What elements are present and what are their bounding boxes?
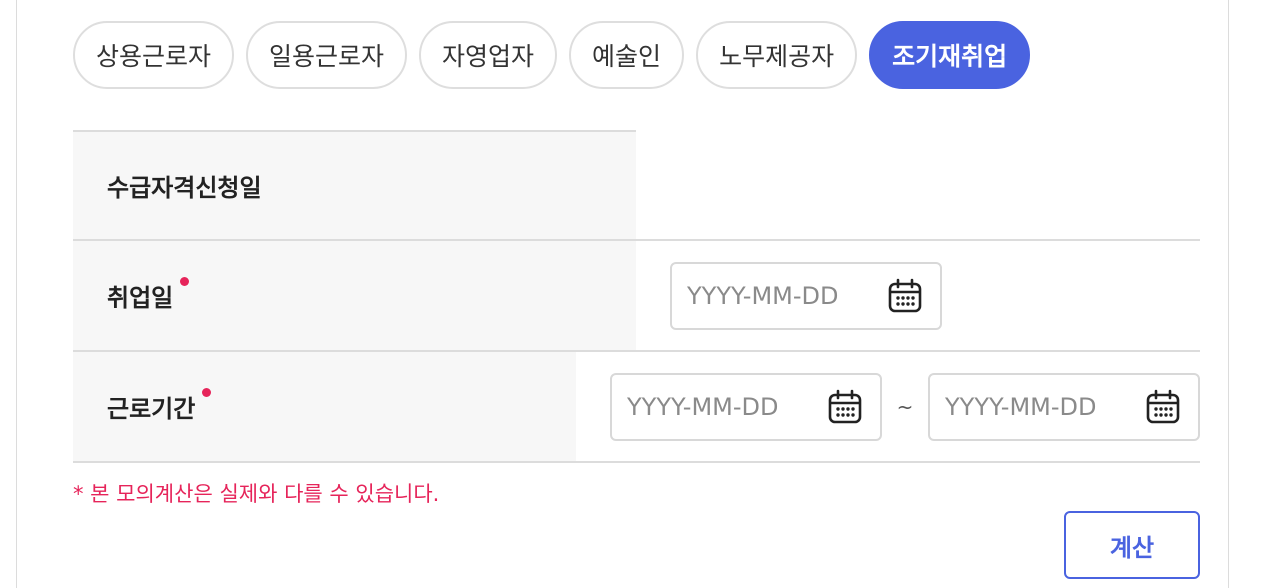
tab-self-employed[interactable]: 자영업자 <box>419 21 558 89</box>
work-period-start-field[interactable] <box>610 372 882 441</box>
field-label: 근로기간 <box>73 352 576 461</box>
work-period-end-field[interactable] <box>928 372 1200 441</box>
tab-regular-worker[interactable]: 상용근로자 <box>73 21 235 89</box>
application-date-value <box>636 130 1200 239</box>
tab-early-reemployment[interactable]: 조기재취업 <box>869 21 1031 89</box>
tab-labor-provider[interactable]: 노무제공자 <box>696 21 858 89</box>
field-label: 취업일 <box>73 241 636 350</box>
employment-date-input[interactable] <box>687 281 872 310</box>
required-dot-icon <box>180 277 190 286</box>
form-row-application-date: 수급자격신청일 <box>73 130 1200 241</box>
calculate-button[interactable]: 계산 <box>1064 511 1200 579</box>
employment-date-value <box>636 241 1200 350</box>
calendar-icon[interactable] <box>826 388 864 426</box>
employment-date-label: 취업일 <box>107 284 174 312</box>
worker-type-tabs: 상용근로자 일용근로자 자영업자 예술인 노무제공자 조기재취업 <box>73 21 1031 89</box>
tab-artist[interactable]: 예술인 <box>569 21 685 89</box>
employment-date-field[interactable] <box>670 261 942 330</box>
form-row-work-period: 근로기간 ~ <box>73 352 1200 463</box>
application-date-label: 수급자격신청일 <box>107 174 262 202</box>
date-range-separator: ~ <box>896 394 914 419</box>
form-row-employment-date: 취업일 <box>73 241 1200 352</box>
work-period-label: 근로기간 <box>107 395 196 423</box>
calculation-form: 수급자격신청일 취업일 YYYY-MM-DD 근로기간 YYYY-MM-DD ~… <box>73 130 1200 463</box>
field-label: 수급자격신청일 <box>73 130 636 239</box>
tab-daily-worker[interactable]: 일용근로자 <box>246 21 408 89</box>
required-dot-icon <box>202 388 212 397</box>
work-period-value: ~ <box>576 352 1200 461</box>
calendar-icon[interactable] <box>1144 388 1182 426</box>
calendar-icon[interactable] <box>886 277 924 315</box>
disclaimer-text: * 본 모의계산은 실제와 다를 수 있습니다. <box>73 482 440 506</box>
work-period-start-input[interactable] <box>627 392 812 421</box>
work-period-end-input[interactable] <box>945 392 1130 421</box>
